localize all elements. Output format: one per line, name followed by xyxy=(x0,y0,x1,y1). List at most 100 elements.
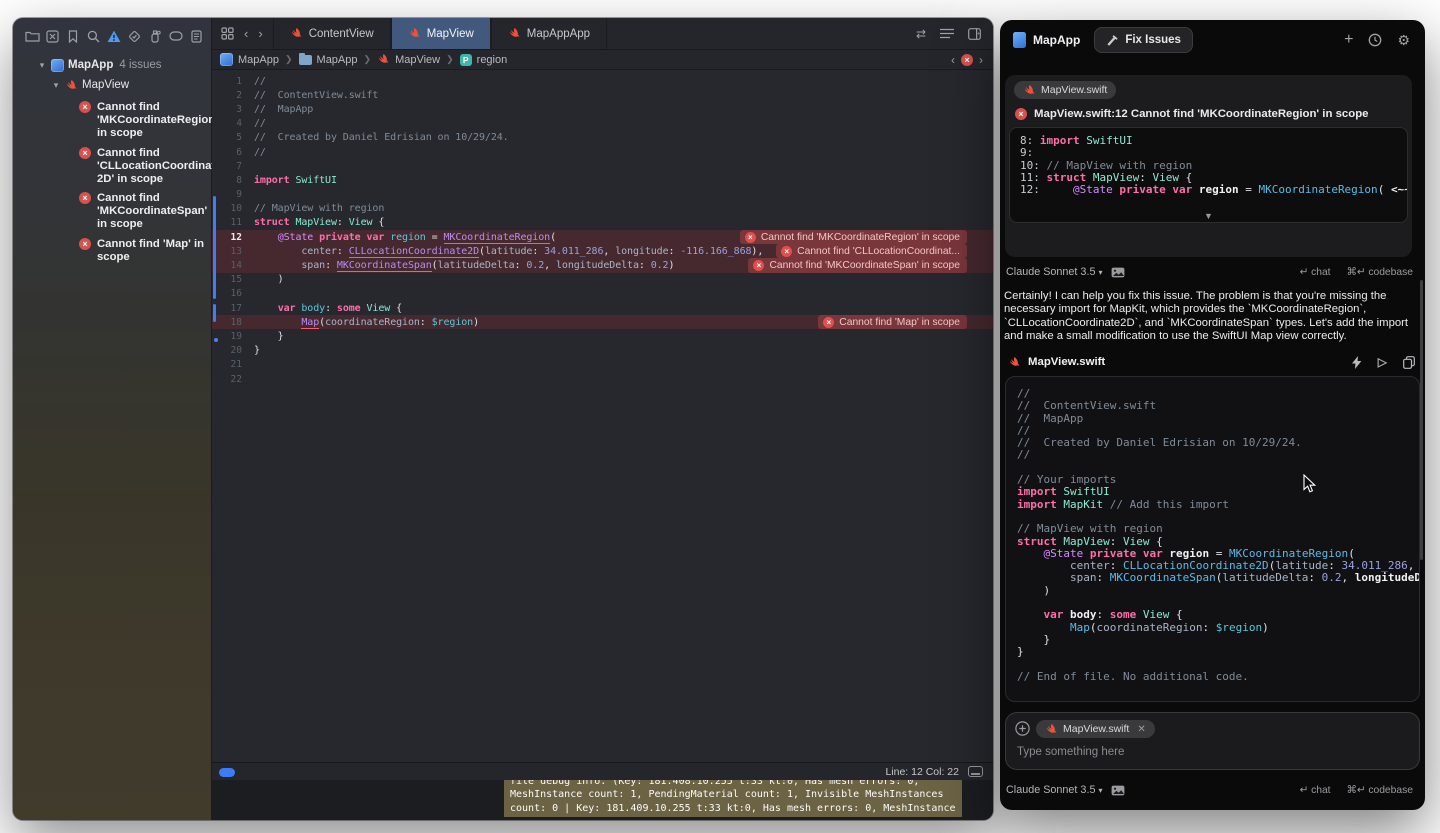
adjust-editor-icon[interactable] xyxy=(940,28,954,39)
code-line: 3 // MapApp xyxy=(212,102,993,116)
bookmark-icon[interactable] xyxy=(65,28,81,44)
scrollbar[interactable] xyxy=(1420,280,1423,560)
chat-shortcut[interactable]: ↵ chat xyxy=(1300,266,1331,278)
issues-icon[interactable] xyxy=(106,28,122,44)
chat-input[interactable]: Type something here xyxy=(1017,746,1124,758)
history-icon[interactable] xyxy=(1368,33,1382,47)
code-line: 22 xyxy=(212,372,993,386)
error-message: MapView.swift:12 Cannot find 'MKCoordina… xyxy=(1034,108,1369,120)
issue-item[interactable]: × Cannot find 'MKCoordinateRegion' in sc… xyxy=(13,101,207,140)
editor-tab-mapview[interactable]: MapView xyxy=(391,18,491,49)
issue-item[interactable]: × Cannot find 'Map' in scope xyxy=(13,238,207,264)
code-editor[interactable]: 1 // 2 // ContentView.swift 3 // MapApp … xyxy=(212,70,993,762)
code-line: 10 // MapView with region xyxy=(212,202,993,216)
breadcrumb-item[interactable]: MapApp xyxy=(220,53,279,66)
inline-error-badge[interactable]: × Cannot find 'MKCoordinateSpan' in scop… xyxy=(748,258,967,272)
change-bar xyxy=(213,196,216,299)
line-number: 7 xyxy=(212,161,242,172)
assistant-title: MapApp xyxy=(1033,33,1080,47)
line-number: 9 xyxy=(212,189,242,200)
error-icon: × xyxy=(1015,108,1027,120)
error-icon: × xyxy=(823,317,834,328)
folder-icon[interactable] xyxy=(24,28,40,44)
breadcrumb-item[interactable]: Pregion xyxy=(460,54,508,66)
context-file-pill[interactable]: MapView.swift ✕ xyxy=(1036,720,1155,738)
codebase-shortcut[interactable]: ⌘↵ codebase xyxy=(1347,266,1413,278)
image-attach-icon[interactable] xyxy=(1111,785,1125,796)
proposed-code-block[interactable]: // // ContentView.swift // MapApp // // … xyxy=(1005,376,1420,702)
change-dot xyxy=(214,338,218,342)
add-context-icon[interactable] xyxy=(1015,721,1030,736)
navigator-project-row[interactable]: ▾ MapApp 4 issues xyxy=(13,56,207,74)
add-editor-icon[interactable]: + xyxy=(968,28,981,40)
image-attach-icon[interactable] xyxy=(1111,267,1125,278)
changes-icon[interactable] xyxy=(45,28,61,44)
back-icon[interactable]: ‹ xyxy=(244,26,248,41)
breadcrumb-item[interactable]: MapView xyxy=(377,53,440,66)
inline-error-badge[interactable]: × Cannot find 'Map' in scope xyxy=(818,315,967,329)
debug-icon[interactable] xyxy=(147,28,163,44)
line-number: 1 xyxy=(212,76,242,87)
search-icon[interactable] xyxy=(86,28,102,44)
code-line: 21 xyxy=(212,358,993,372)
tab-overview-icon[interactable] xyxy=(221,27,234,40)
chat-shortcut[interactable]: ↵ chat xyxy=(1300,784,1331,796)
code-line: 13 center: CLLocationCoordinate2D(latitu… xyxy=(212,244,993,258)
error-code-snippet: 8: import SwiftUI 9: 10: // MapView with… xyxy=(1009,127,1408,223)
test-icon[interactable] xyxy=(127,28,143,44)
next-issue-icon[interactable]: › xyxy=(979,53,983,67)
codebase-shortcut[interactable]: ⌘↵ codebase xyxy=(1347,784,1413,796)
error-badge-icon[interactable]: × xyxy=(961,54,973,66)
tab-bar: ‹ › ContentView MapView MapAppApp ⇄ + xyxy=(212,18,993,50)
line-number: 3 xyxy=(212,104,242,115)
tab-fix-issues[interactable]: Fix Issues xyxy=(1094,27,1193,53)
line-number: 12 xyxy=(212,232,242,243)
debug-console[interactable]: file debug info. (Key: 181.408.10.255 t:… xyxy=(212,780,993,820)
copy-icon[interactable] xyxy=(1403,356,1415,369)
new-chat-icon[interactable]: + xyxy=(1344,31,1353,49)
chat-input-card[interactable]: MapView.swift ✕ Type something here xyxy=(1005,712,1420,770)
settings-gear-icon[interactable]: ⚙ xyxy=(1397,32,1410,49)
line-number: 16 xyxy=(212,288,242,299)
line-number: 10 xyxy=(212,203,242,214)
model-selector[interactable]: Claude Sonnet 3.5 ▾ xyxy=(1006,266,1102,278)
swift-file-icon xyxy=(1023,84,1036,97)
breadcrumb-item[interactable]: MapApp xyxy=(299,54,358,66)
prev-issue-icon[interactable]: ‹ xyxy=(951,53,955,67)
run-icon[interactable]: ▷ xyxy=(1378,355,1387,369)
breakpoint-icon[interactable] xyxy=(168,28,184,44)
line-number: 15 xyxy=(212,274,242,285)
line-number: 14 xyxy=(212,260,242,271)
chevron-down-icon[interactable]: ▾ xyxy=(37,60,47,71)
navigator-group-row[interactable]: ▾ MapView xyxy=(13,76,207,94)
line-number: 13 xyxy=(212,246,242,257)
swift-file-icon xyxy=(377,53,390,66)
console-selected-text: file debug info. (Key: 181.408.10.255 t:… xyxy=(504,780,962,817)
model-selector[interactable]: Claude Sonnet 3.5 ▾ xyxy=(1006,784,1102,796)
model-row-bottom: Claude Sonnet 3.5 ▾ ↵ chat ⌘↵ codebase xyxy=(1006,782,1413,798)
code-line: 20 } xyxy=(212,344,993,358)
code-line: 18 Map(coordinateRegion: $region) × Cann… xyxy=(212,315,993,329)
error-icon: × xyxy=(753,260,764,271)
issue-item[interactable]: × Cannot find 'MKCoordinateSpan' in scop… xyxy=(13,192,207,231)
chevron-down-icon[interactable]: ▾ xyxy=(51,80,61,91)
file-pill[interactable]: MapView.swift xyxy=(1014,81,1116,99)
model-row: Claude Sonnet 3.5 ▾ ↵ chat ⌘↵ codebase xyxy=(1006,264,1413,280)
expand-chevron-icon[interactable]: ▼ xyxy=(1010,211,1407,221)
inline-error-badge[interactable]: × Cannot find 'CLLocationCoordinat... xyxy=(776,244,967,258)
breakpoint-pill-icon[interactable] xyxy=(219,768,235,777)
keyboard-icon[interactable] xyxy=(968,766,983,777)
quick-apply-icon[interactable] xyxy=(1352,356,1362,369)
swift-file-icon xyxy=(508,27,521,40)
code-review-icon[interactable]: ⇄ xyxy=(916,27,926,41)
forward-icon[interactable]: › xyxy=(258,26,262,41)
inline-error-badge[interactable]: × Cannot find 'MKCoordinateRegion' in sc… xyxy=(740,230,967,244)
report-icon[interactable] xyxy=(188,28,204,44)
remove-context-icon[interactable]: ✕ xyxy=(1137,724,1145,735)
issue-item[interactable]: × Cannot find 'CLLocationCoordinate2D' i… xyxy=(13,147,207,186)
assistant-header: MapApp Fix Issues + ⚙ xyxy=(1000,20,1425,60)
editor-tab-mapappapp[interactable]: MapAppApp xyxy=(491,18,607,49)
swift-file-icon xyxy=(65,79,78,92)
error-icon: × xyxy=(79,101,91,113)
editor-tab-contentview[interactable]: ContentView xyxy=(273,18,391,49)
